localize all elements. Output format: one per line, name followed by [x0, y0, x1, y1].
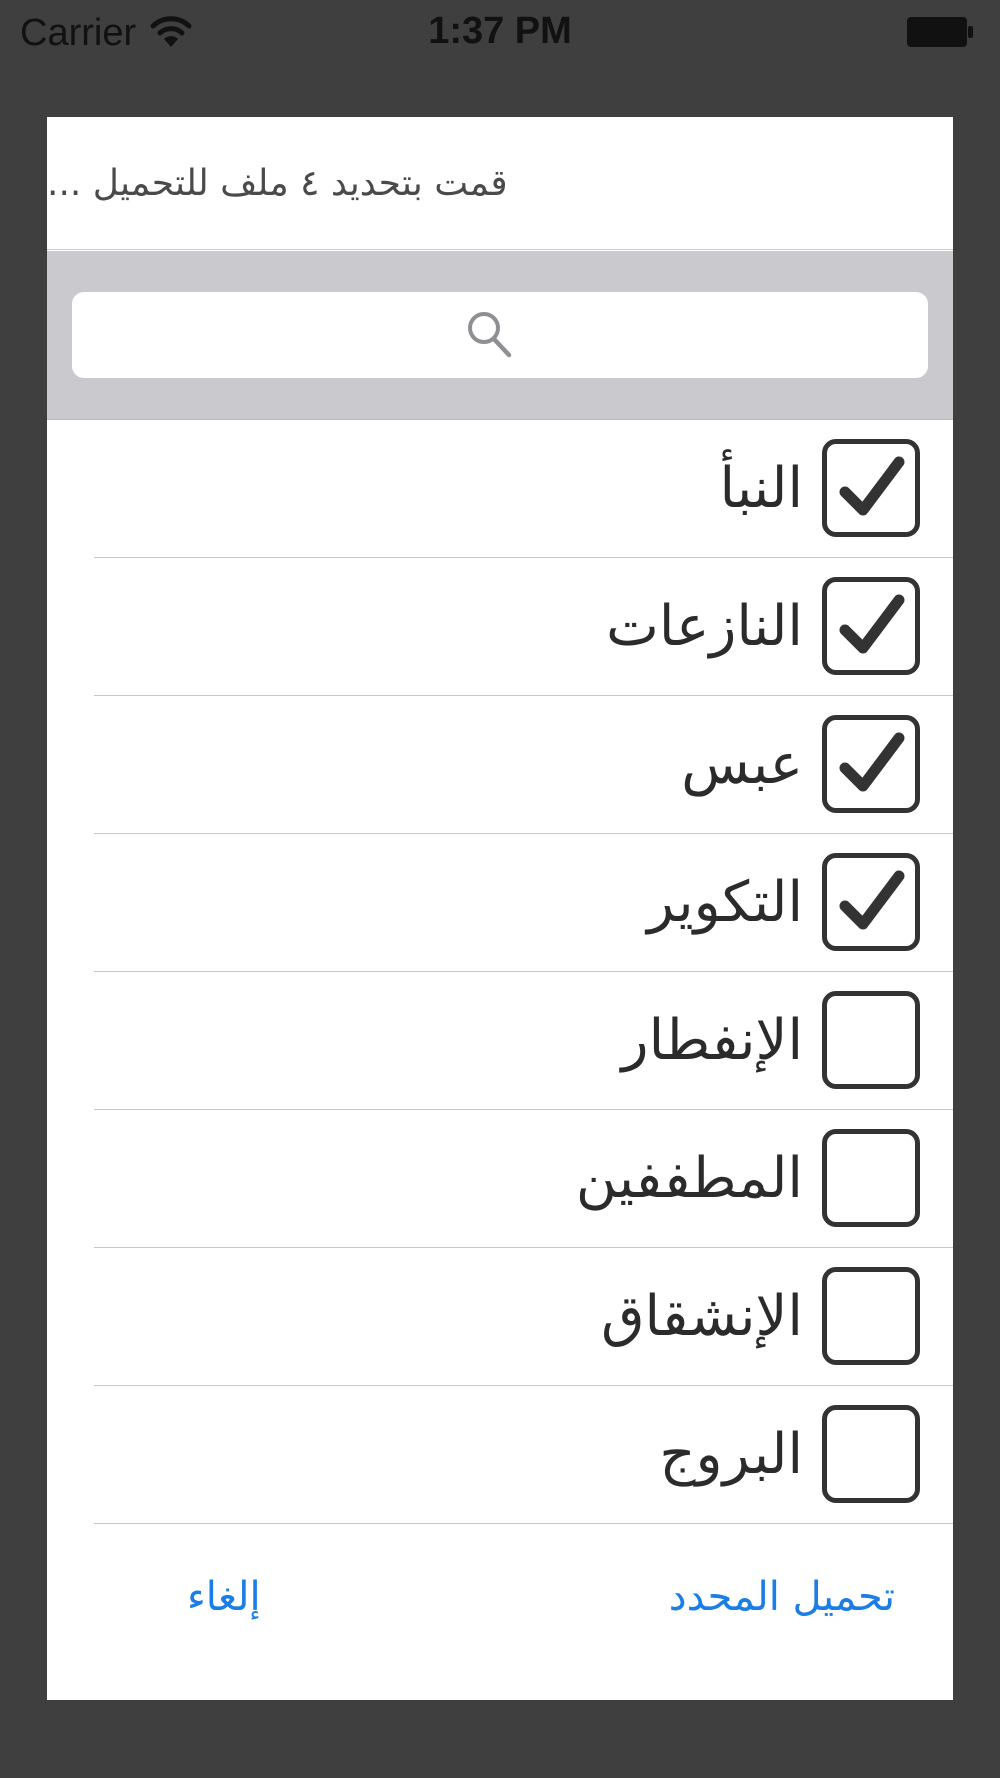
- battery-icon: [907, 17, 973, 47]
- status-time: 1:37 PM: [428, 10, 572, 52]
- list-item[interactable]: البروج: [47, 1386, 953, 1524]
- checkbox-checked[interactable]: [822, 577, 920, 675]
- checkmark-icon: [839, 594, 905, 654]
- list-item-label: المطففين: [575, 1146, 803, 1211]
- checkmark-icon: [839, 456, 905, 516]
- search-input[interactable]: [72, 292, 928, 378]
- list-item[interactable]: التكوير: [47, 834, 953, 972]
- list-item[interactable]: المطففين: [47, 1110, 953, 1248]
- list-item-label: البروج: [659, 1422, 803, 1487]
- checkbox-checked[interactable]: [822, 439, 920, 537]
- list-item-label: الإنفطار: [621, 1008, 803, 1073]
- checkmark-icon: [839, 870, 905, 930]
- surah-list: النبأ النازعات عبس التكوير الإنفطار المط…: [47, 420, 953, 1524]
- list-item-label: النازعات: [606, 594, 803, 659]
- search-bar: [47, 251, 953, 420]
- list-item[interactable]: الإنشقاق: [47, 1248, 953, 1386]
- dialog-footer: تحميل المحدد إلغاء: [47, 1547, 953, 1647]
- download-selected-button[interactable]: تحميل المحدد: [669, 1547, 895, 1647]
- list-item-label: التكوير: [647, 870, 803, 935]
- checkbox-unchecked[interactable]: [822, 1405, 920, 1503]
- list-item-label: الإنشقاق: [601, 1284, 803, 1349]
- cancel-button[interactable]: إلغاء: [187, 1547, 261, 1647]
- list-item[interactable]: الإنفطار: [47, 972, 953, 1110]
- checkbox-checked[interactable]: [822, 853, 920, 951]
- checkbox-unchecked[interactable]: [822, 1267, 920, 1365]
- list-item-label: النبأ: [719, 456, 803, 521]
- checkbox-unchecked[interactable]: [822, 1129, 920, 1227]
- checkbox-checked[interactable]: [822, 715, 920, 813]
- checkmark-icon: [839, 732, 905, 792]
- list-item[interactable]: النبأ: [47, 420, 953, 558]
- dialog-title: قمت بتحديد ٤ ملف للتحميل ...: [47, 117, 953, 250]
- list-item[interactable]: عبس: [47, 696, 953, 834]
- list-item-label: عبس: [681, 732, 803, 797]
- download-dialog: قمت بتحديد ٤ ملف للتحميل ... النبأ الناز…: [47, 117, 953, 1700]
- status-bar: Carrier 1:37 PM: [0, 0, 1000, 68]
- list-item[interactable]: النازعات: [47, 558, 953, 696]
- checkbox-unchecked[interactable]: [822, 991, 920, 1089]
- row-divider: [94, 1523, 953, 1524]
